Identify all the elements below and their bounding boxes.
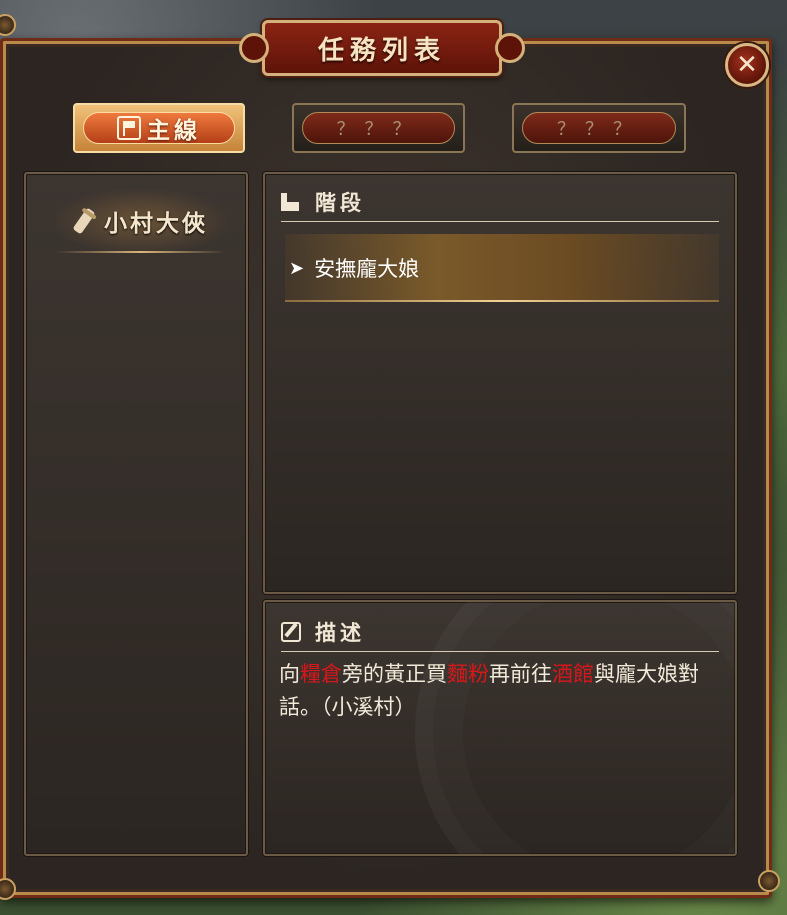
location-highlight: 糧倉 [300,662,342,686]
stage-title: 階段 [315,190,365,215]
description-panel: 描述 向糧倉旁的黃正買麵粉再前往酒館與龐大娘對話。（小溪村） [263,600,737,856]
scroll-ornament-icon [495,33,525,63]
quest-list-item[interactable]: 小村大俠 [56,189,226,253]
window-title: 任務列表 [317,35,446,66]
quest-list-panel: 小村大俠 [24,172,248,856]
scroll-ornament-icon [239,33,269,63]
description-header: 描述 [281,612,719,652]
description-title: 描述 [315,620,365,645]
close-icon: ✕ [736,50,758,80]
window-title-plaque: 任務列表 [239,20,525,76]
flag-icon [117,116,141,140]
item-highlight: 麵粉 [447,662,489,686]
tab-label: 主線 [147,118,201,144]
location-highlight: 酒館 [552,662,594,686]
tab-locked-1[interactable]: ？？？ [292,103,465,153]
scroll-icon [68,205,99,238]
description-text: 向糧倉旁的黃正買麵粉再前往酒館與龐大娘對話。（小溪村） [279,658,725,724]
stage-label: 安撫龐大娘 [314,257,420,281]
stage-item[interactable]: ➤ 安撫龐大娘 [285,234,719,302]
description-segment: 再前往 [489,662,552,686]
tab-label: ？？？ [336,119,421,140]
frame-ornament [0,14,16,36]
tab-main-quest[interactable]: 主線 [73,103,245,153]
description-segment: 旁的黃正買 [342,662,447,686]
arrow-right-icon: ➤ [289,257,305,279]
description-segment: 向 [279,662,300,686]
stage-header: 階段 [281,182,719,222]
stage-panel: 階段 ➤ 安撫龐大娘 [263,172,737,594]
tab-label: ？？？ [557,119,641,140]
tab-locked-2[interactable]: ？？？ [512,103,686,153]
close-button[interactable]: ✕ [725,43,769,87]
stairs-icon [281,192,301,211]
edit-icon [281,621,301,642]
quest-name: 小村大俠 [104,211,208,237]
frame-ornament [758,870,780,892]
